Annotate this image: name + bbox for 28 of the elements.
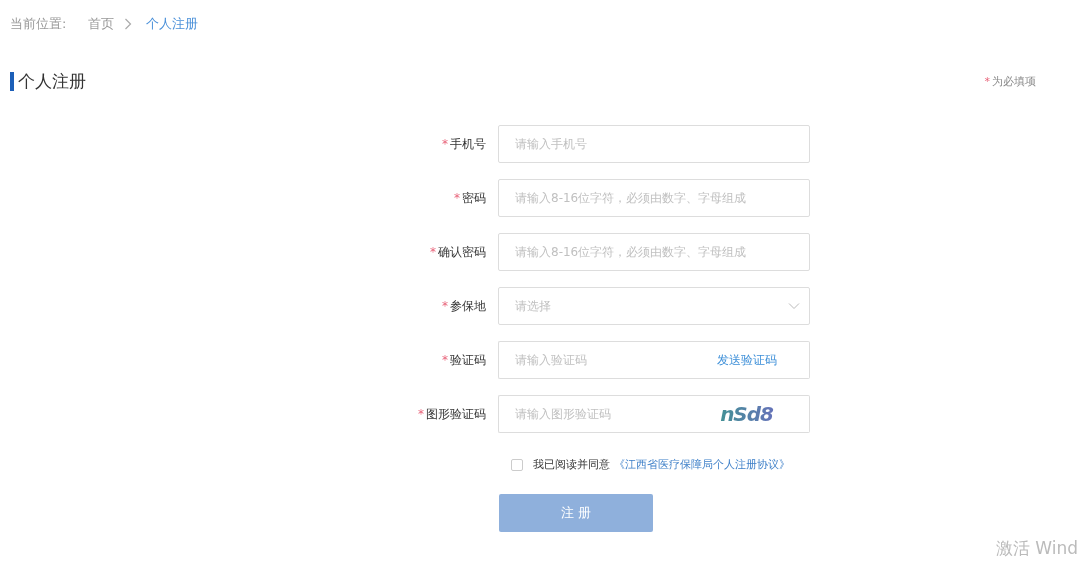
- breadcrumb-link[interactable]: 个人注册: [146, 15, 199, 33]
- field-label: 手机号: [450, 135, 486, 153]
- input-field[interactable]: 请输入8-16位字符，必须由数字、字母组成: [498, 179, 810, 217]
- required-asterisk: *: [442, 137, 448, 151]
- field-label: 验证码: [450, 351, 486, 369]
- input-field[interactable]: 请输入8-16位字符，必须由数字、字母组成: [498, 233, 810, 271]
- field-label: 确认密码: [438, 243, 486, 261]
- agreement-checkbox[interactable]: [510, 458, 523, 471]
- input-field[interactable]: 请输入手机号: [498, 125, 810, 163]
- agreement-text: 我已阅读并同意: [532, 457, 610, 472]
- field-label: 参保地: [450, 297, 486, 315]
- breadcrumb-label: 当前位置:: [10, 15, 67, 33]
- activation-notice: 激活 Wind: [995, 537, 1078, 560]
- required-asterisk: *: [430, 245, 436, 259]
- required-asterisk: *: [418, 407, 424, 421]
- required-asterisk: *: [442, 299, 448, 313]
- breadcrumb-link[interactable]: 首页: [88, 15, 115, 33]
- field-label: 密码: [462, 189, 486, 207]
- title-accent-bar: [10, 72, 14, 91]
- required-asterisk: *: [442, 353, 448, 367]
- chevron-right-icon: [124, 18, 133, 30]
- required-asterisk: *: [454, 191, 460, 205]
- select-field[interactable]: 请选择: [498, 287, 810, 325]
- agreement-link[interactable]: 《江西省医疗保障局个人注册协议》: [613, 457, 790, 472]
- required-note: * 为必填项: [984, 74, 1036, 89]
- page-title: 个人注册: [18, 70, 86, 93]
- field-label: 图形验证码: [426, 405, 486, 423]
- chevron-down-icon: [788, 302, 800, 310]
